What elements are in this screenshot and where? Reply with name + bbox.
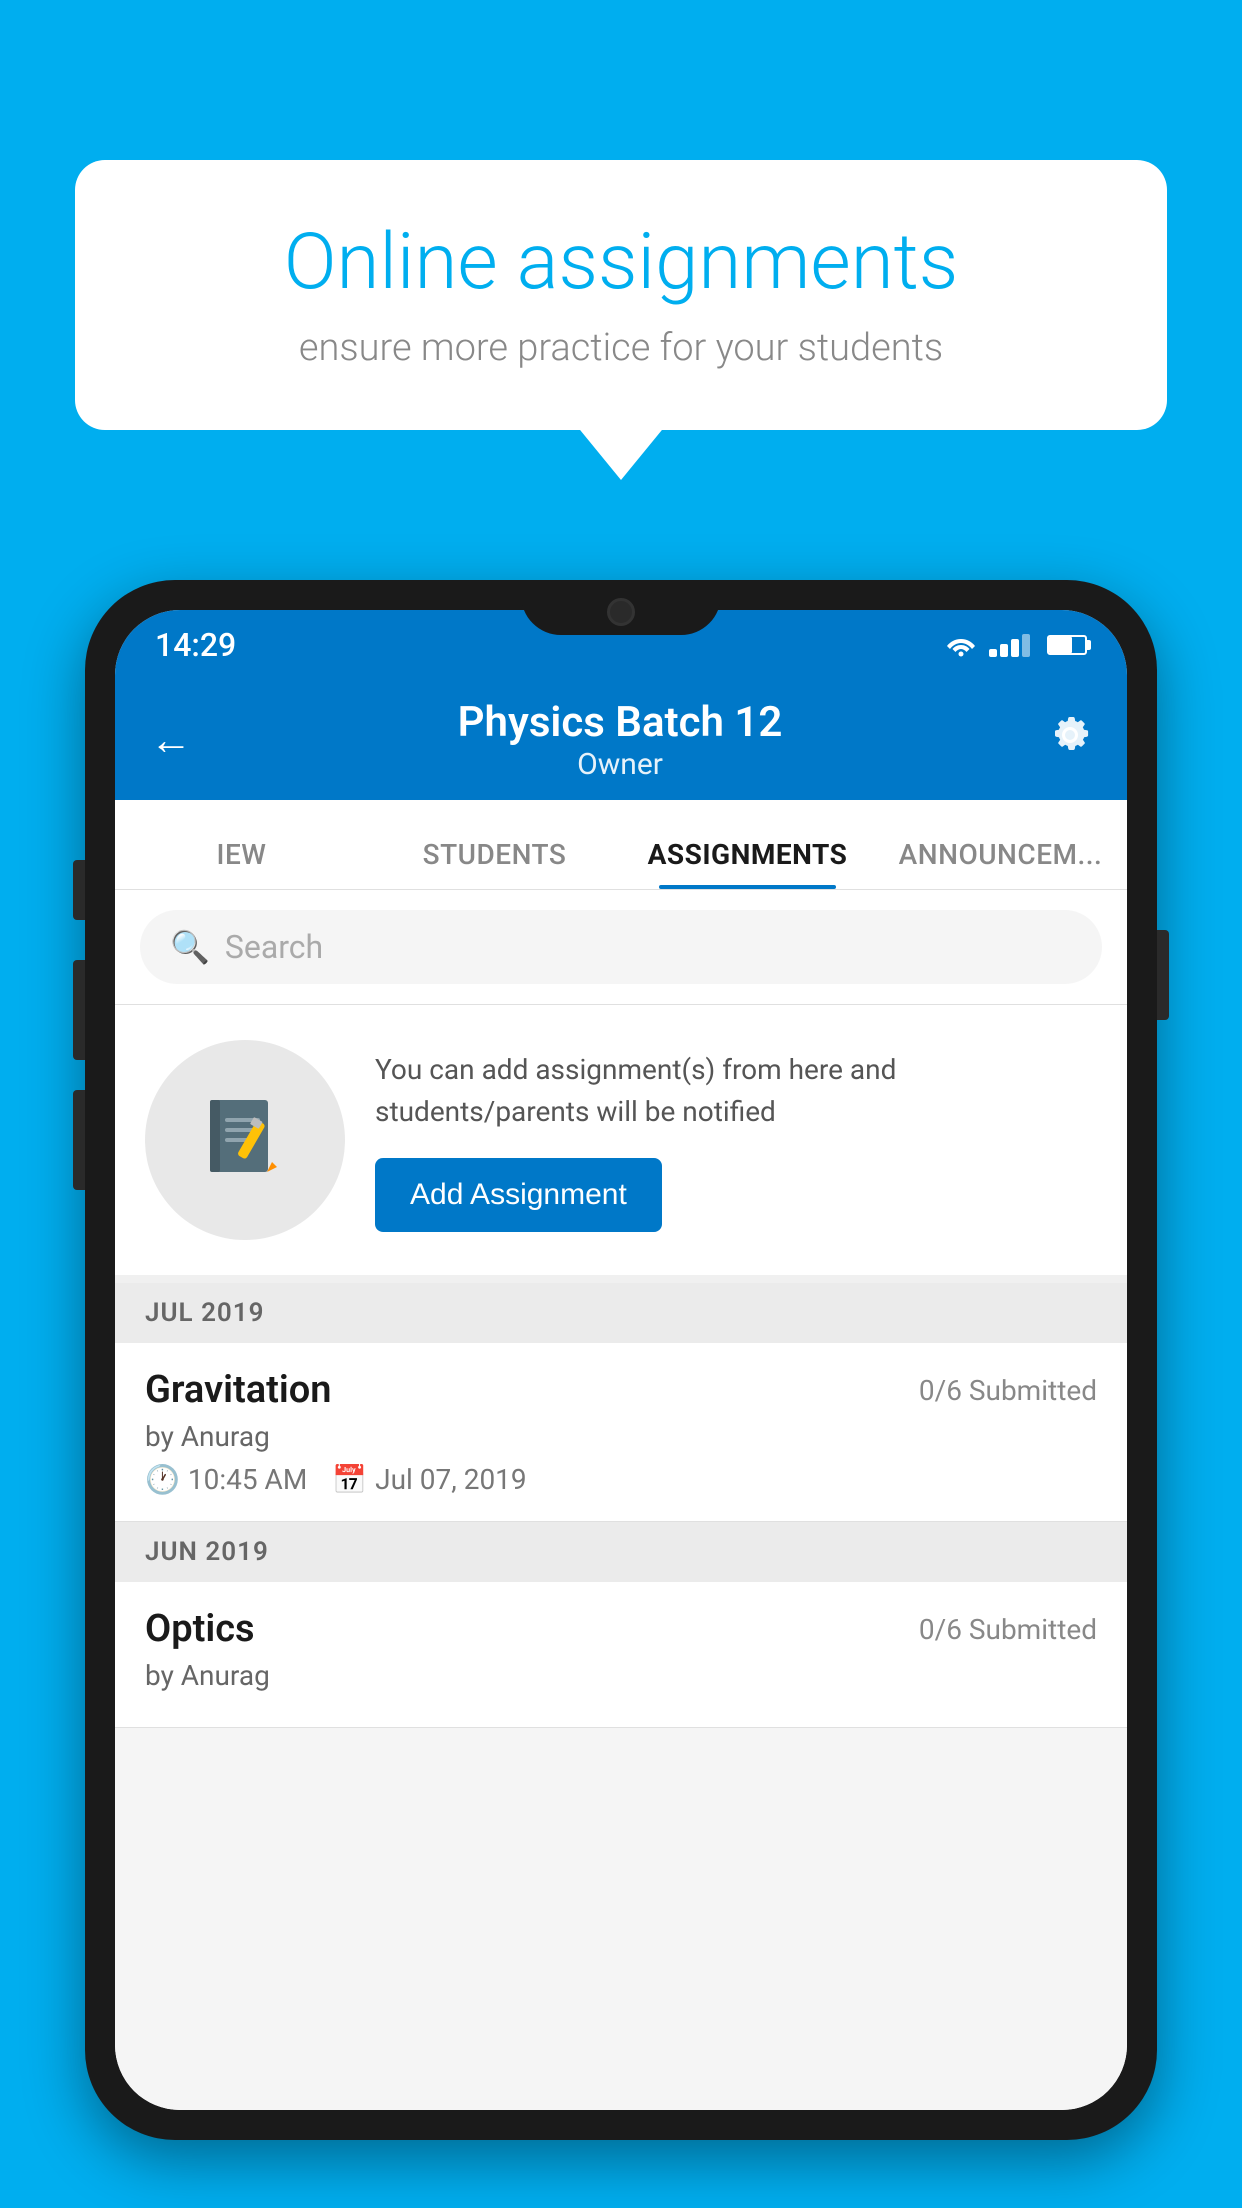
header-title: Physics Batch 12 (458, 698, 783, 747)
signal-icon (989, 634, 1030, 657)
tab-iew[interactable]: IEW (115, 838, 368, 889)
assignment-submitted-gravitation: 0/6 Submitted (919, 1374, 1097, 1407)
add-assignment-text-area: You can add assignment(s) from here and … (375, 1049, 1097, 1232)
add-assignment-area: You can add assignment(s) from here and … (115, 1005, 1127, 1283)
assignment-by-gravitation: by Anurag (145, 1420, 1097, 1453)
speech-bubble: Online assignments ensure more practice … (75, 160, 1167, 430)
assignment-item-row1-optics: Optics 0/6 Submitted (145, 1607, 1097, 1651)
speech-bubble-subtitle: ensure more practice for your students (145, 326, 1097, 370)
assignment-item-optics[interactable]: Optics 0/6 Submitted by Anurag (115, 1582, 1127, 1728)
calendar-icon: 📅 (332, 1463, 367, 1496)
volume-up-button (73, 960, 85, 1060)
clock-icon: 🕐 (145, 1463, 180, 1496)
header-subtitle: Owner (458, 747, 783, 782)
assignment-meta-gravitation: 🕐 10:45 AM 📅 Jul 07, 2019 (145, 1463, 1097, 1496)
status-icons (945, 633, 1087, 657)
phone-notch (521, 580, 721, 635)
speech-bubble-container: Online assignments ensure more practice … (75, 160, 1167, 430)
silent-button (73, 860, 85, 920)
section-jun-2019: JUN 2019 (115, 1522, 1127, 1582)
section-jul-2019: JUL 2019 (115, 1283, 1127, 1343)
power-button (1157, 930, 1169, 1020)
assignment-by-optics: by Anurag (145, 1659, 1097, 1692)
assignment-item-gravitation[interactable]: Gravitation 0/6 Submitted by Anurag 🕐 10… (115, 1343, 1127, 1522)
wifi-icon (945, 633, 977, 657)
assignment-icon-circle (145, 1040, 345, 1240)
phone-camera (607, 598, 635, 626)
assignment-date: Jul 07, 2019 (375, 1463, 527, 1496)
assignment-name-gravitation: Gravitation (145, 1368, 332, 1412)
phone-screen: 14:29 (115, 610, 1127, 2110)
assignment-item-row1: Gravitation 0/6 Submitted (145, 1368, 1097, 1412)
assignment-time-item: 🕐 10:45 AM (145, 1463, 307, 1496)
assignment-date-item: 📅 Jul 07, 2019 (332, 1463, 526, 1496)
add-assignment-button[interactable]: Add Assignment (375, 1158, 662, 1232)
search-input[interactable]: Search (225, 928, 323, 966)
status-time: 14:29 (155, 626, 236, 664)
search-bar[interactable]: 🔍 Search (140, 910, 1102, 984)
search-container: 🔍 Search (115, 890, 1127, 1005)
assignment-time: 10:45 AM (188, 1463, 307, 1496)
settings-icon[interactable] (1048, 713, 1092, 768)
tab-assignments[interactable]: ASSIGNMENTS (621, 838, 874, 889)
tab-announcements[interactable]: ANNOUNCEM... (874, 838, 1127, 889)
search-icon: 🔍 (170, 928, 210, 966)
tab-students[interactable]: STUDENTS (368, 838, 621, 889)
assignment-name-optics: Optics (145, 1607, 255, 1651)
speech-bubble-title: Online assignments (145, 220, 1097, 306)
tabs-bar: IEW STUDENTS ASSIGNMENTS ANNOUNCEM... (115, 800, 1127, 890)
add-assignment-description: You can add assignment(s) from here and … (375, 1049, 1097, 1133)
back-button[interactable]: ← (150, 716, 192, 765)
screen-content: 🔍 Search (115, 890, 1127, 2110)
phone-container: 14:29 (85, 580, 1157, 2208)
volume-down-button (73, 1090, 85, 1190)
phone-frame: 14:29 (85, 580, 1157, 2140)
battery-icon (1047, 635, 1087, 655)
app-header: ← Physics Batch 12 Owner (115, 680, 1127, 800)
assignment-submitted-optics: 0/6 Submitted (919, 1613, 1097, 1646)
header-center: Physics Batch 12 Owner (458, 698, 783, 782)
